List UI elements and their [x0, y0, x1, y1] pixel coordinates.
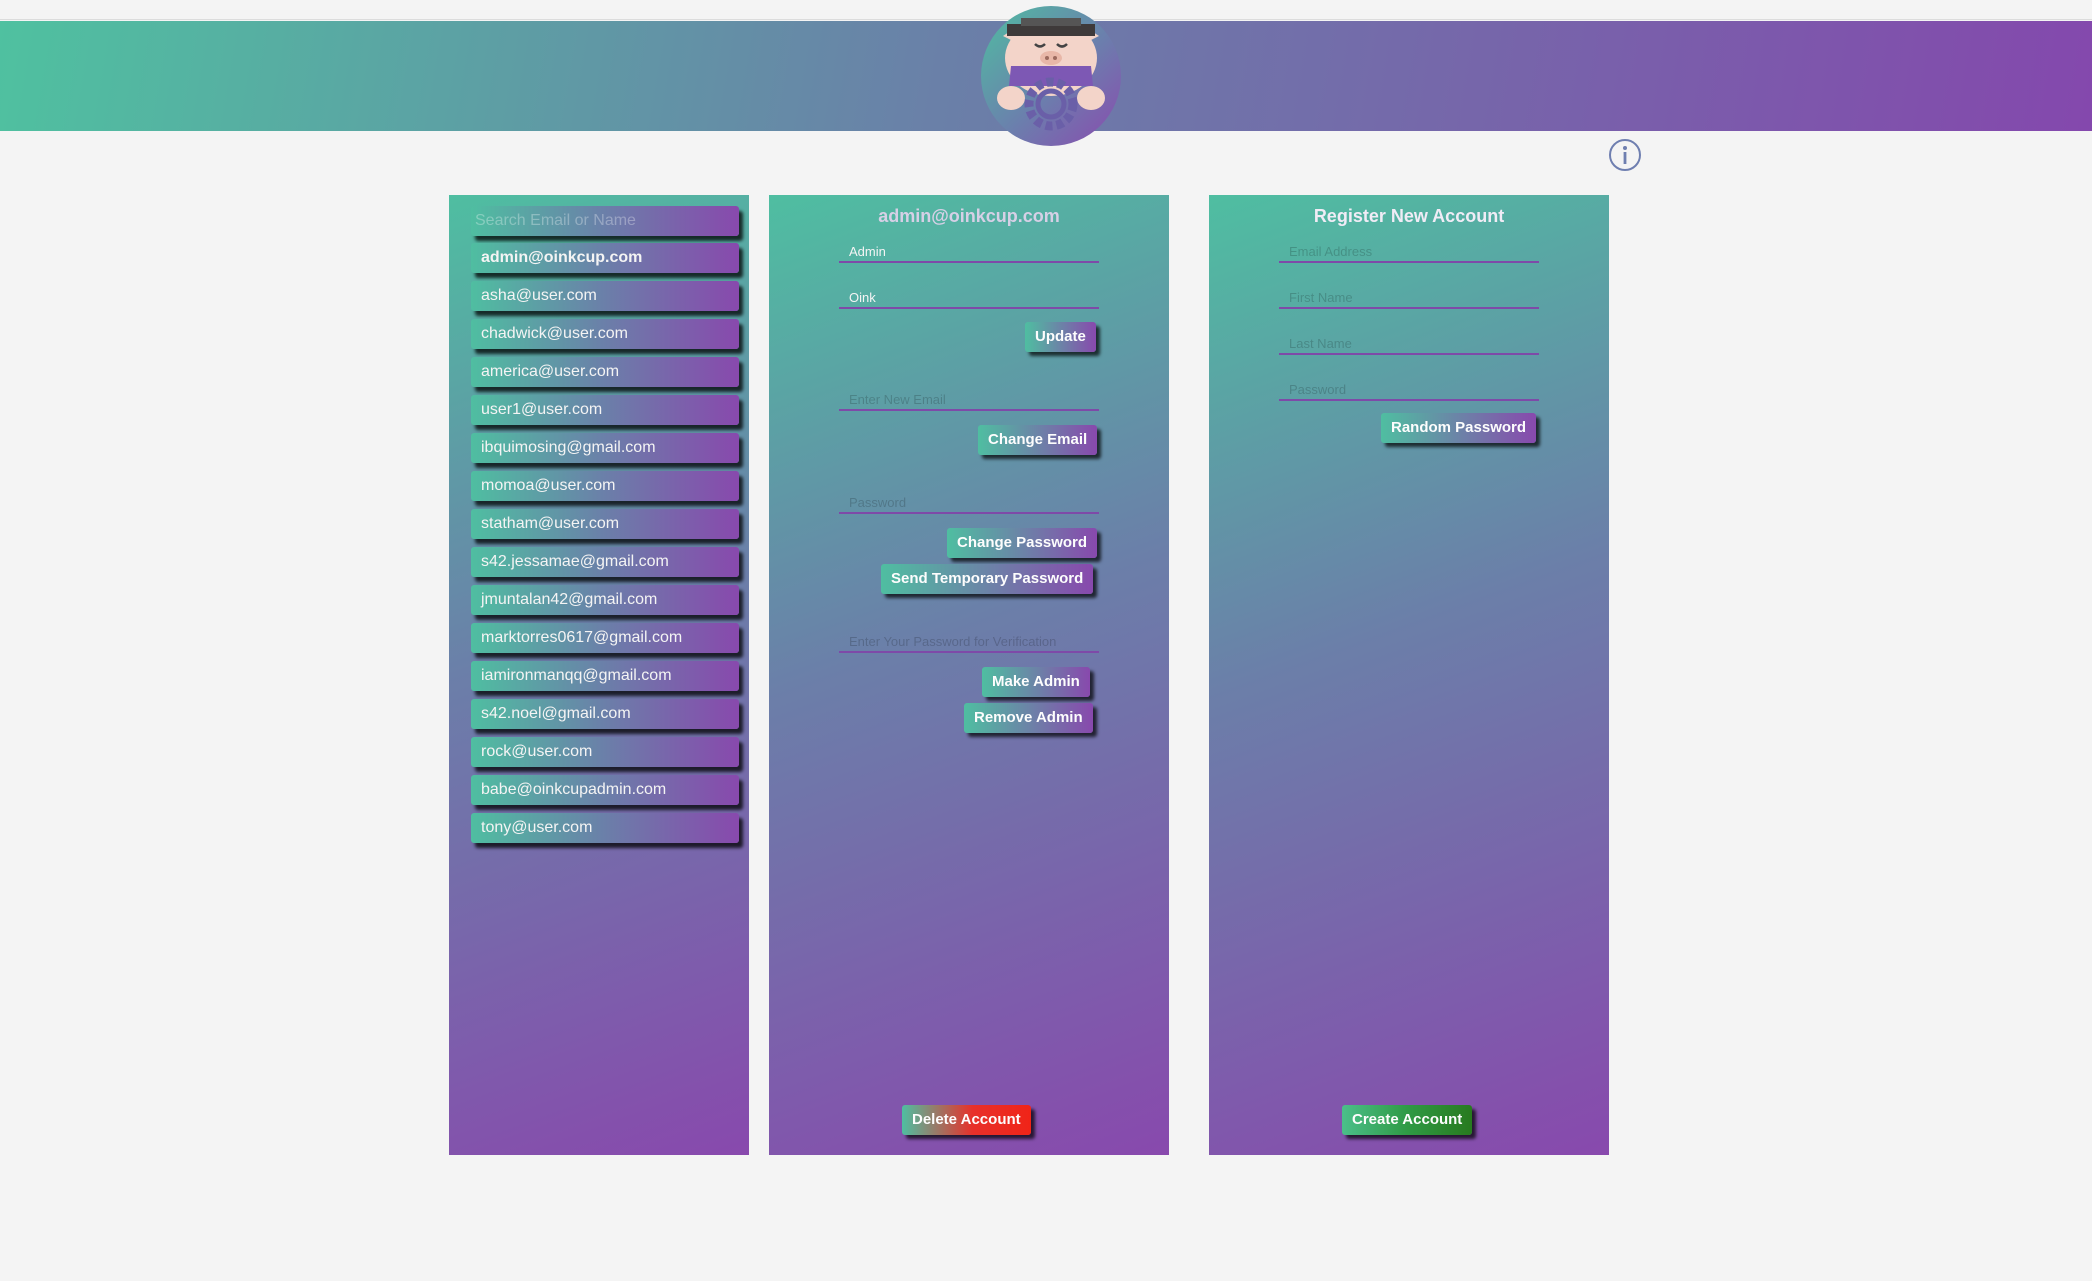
user-list-item[interactable]: marktorres0617@gmail.com	[471, 623, 739, 653]
password-input[interactable]	[839, 482, 1099, 512]
update-button[interactable]: Update	[1025, 322, 1096, 352]
send-temporary-password-button[interactable]: Send Temporary Password	[881, 564, 1094, 594]
register-last-name-input[interactable]	[1279, 323, 1539, 353]
user-list-item[interactable]: rock@user.com	[471, 737, 739, 767]
register-panel: Register New Account Random Password Cre…	[1209, 195, 1609, 1155]
pig-logo-icon	[981, 6, 1121, 146]
user-list-item[interactable]: jmuntalan42@gmail.com	[471, 585, 739, 615]
user-list-item[interactable]: chadwick@user.com	[471, 319, 739, 349]
search-input[interactable]	[471, 206, 739, 236]
user-list-item[interactable]: babe@oinkcupadmin.com	[471, 775, 739, 805]
register-last-name-field[interactable]	[1279, 323, 1539, 355]
verification-password-field[interactable]	[839, 621, 1099, 653]
new-email-input[interactable]	[839, 379, 1099, 409]
user-list-item[interactable]: iamironmanqq@gmail.com	[471, 661, 739, 691]
change-email-button[interactable]: Change Email	[978, 425, 1098, 455]
register-email-input[interactable]	[1279, 231, 1539, 261]
account-detail-panel: admin@oinkcup.com Update Change Email Ch…	[769, 195, 1169, 1155]
user-list-item[interactable]: s42.noel@gmail.com	[471, 699, 739, 729]
register-first-name-field[interactable]	[1279, 277, 1539, 309]
first-name-field[interactable]	[839, 231, 1099, 263]
last-name-field[interactable]	[839, 277, 1099, 309]
user-list-item[interactable]: america@user.com	[471, 357, 739, 387]
register-password-input[interactable]	[1279, 369, 1539, 399]
user-list-item[interactable]: s42.jessamae@gmail.com	[471, 547, 739, 577]
make-admin-button[interactable]: Make Admin	[982, 667, 1090, 697]
user-list-item[interactable]: tony@user.com	[471, 813, 739, 843]
create-account-button[interactable]: Create Account	[1342, 1105, 1473, 1135]
first-name-input[interactable]	[839, 231, 1099, 261]
register-email-field[interactable]	[1279, 231, 1539, 263]
selected-account-email: admin@oinkcup.com	[878, 206, 1060, 226]
info-icon[interactable]	[1608, 138, 1642, 172]
random-password-button[interactable]: Random Password	[1381, 413, 1537, 443]
verification-password-input[interactable]	[839, 621, 1099, 651]
user-list-item[interactable]: ibquimosing@gmail.com	[471, 433, 739, 463]
change-password-button[interactable]: Change Password	[947, 528, 1098, 558]
register-title: Register New Account	[1313, 206, 1505, 226]
user-list-item[interactable]: user1@user.com	[471, 395, 739, 425]
register-first-name-input[interactable]	[1279, 277, 1539, 307]
remove-admin-button[interactable]: Remove Admin	[964, 703, 1093, 733]
new-email-field[interactable]	[839, 379, 1099, 411]
password-field[interactable]	[839, 482, 1099, 514]
user-list-item[interactable]: statham@user.com	[471, 509, 739, 539]
last-name-input[interactable]	[839, 277, 1099, 307]
user-list-item[interactable]: admin@oinkcup.com	[471, 243, 739, 273]
user-list-panel: admin@oinkcup.com asha@user.com chadwick@u…	[449, 195, 749, 1155]
search-field[interactable]	[471, 206, 739, 236]
delete-account-button[interactable]: Delete Account	[902, 1105, 1031, 1135]
user-list-item[interactable]: asha@user.com	[471, 281, 739, 311]
user-list-item[interactable]: momoa@user.com	[471, 471, 739, 501]
register-password-field[interactable]	[1279, 369, 1539, 401]
